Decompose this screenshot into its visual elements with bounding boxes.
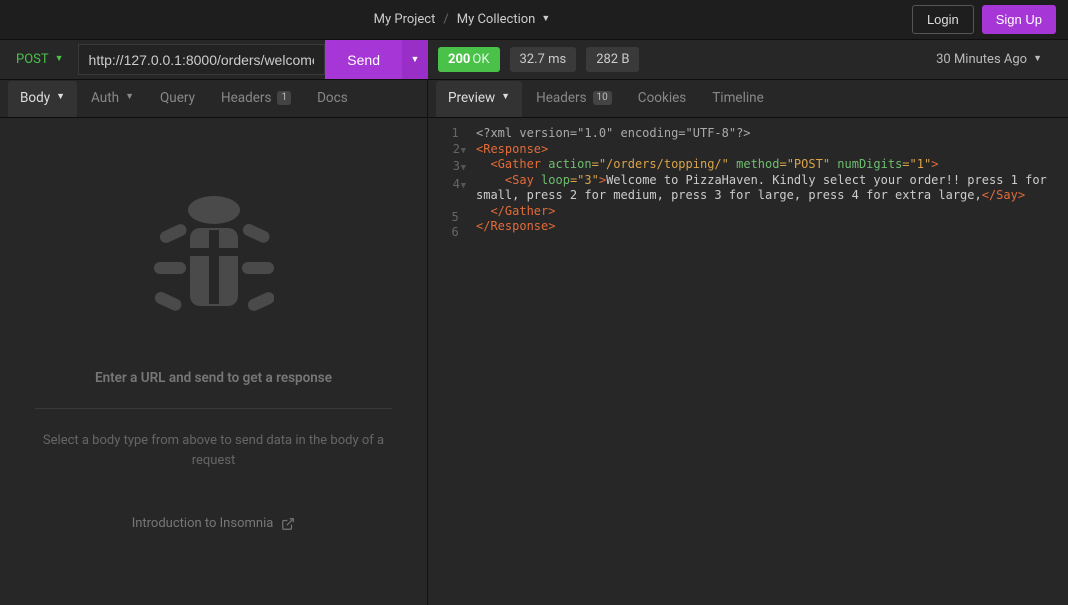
code-token: loop	[534, 173, 570, 187]
intro-link[interactable]: Introduction to Insomnia	[132, 516, 296, 531]
send-options-button[interactable]: ▼	[402, 40, 428, 79]
line-gutter: 1 2▼ 3▼ 4▼ 5 6	[428, 118, 472, 605]
request-bar: POST ▼ Send ▼ 200OK 32.7 ms 282 B 30 Min…	[0, 40, 1068, 80]
headers-count-badge: 10	[593, 91, 612, 105]
main-split: Body ▼ Auth ▼ Query Headers 1 Docs	[0, 80, 1068, 605]
request-pane: Body ▼ Auth ▼ Query Headers 1 Docs	[0, 80, 428, 605]
code-line: </Gather>	[490, 204, 555, 218]
code-token: ="1"	[902, 157, 931, 171]
code-content[interactable]: <?xml version="1.0" encoding="UTF-8"?> <…	[472, 118, 1068, 605]
tab-request-headers[interactable]: Headers 1	[209, 81, 303, 117]
headers-count-badge: 1	[277, 91, 291, 105]
method-label: POST	[16, 52, 49, 67]
method-select[interactable]: POST ▼	[0, 40, 78, 79]
tab-auth[interactable]: Auth ▼	[79, 81, 146, 117]
chevron-down-icon: ▼	[55, 53, 64, 64]
empty-state: Enter a URL and send to get a response S…	[0, 118, 427, 605]
status-badge[interactable]: 200OK	[438, 47, 500, 72]
code-line: <Response>	[476, 142, 548, 156]
code-token: <Gather	[490, 157, 541, 171]
external-link-icon	[281, 517, 295, 531]
code-token: >	[599, 173, 606, 187]
status-text: OK	[472, 52, 489, 67]
tab-body[interactable]: Body ▼	[8, 81, 77, 117]
breadcrumb-collection-label: My Collection	[457, 12, 536, 27]
tab-timeline[interactable]: Timeline	[700, 81, 776, 117]
chevron-down-icon: ▼	[541, 13, 550, 24]
tab-label: Preview	[448, 90, 495, 106]
request-tabs: Body ▼ Auth ▼ Query Headers 1 Docs	[0, 80, 427, 118]
chevron-down-icon: ▼	[125, 91, 134, 102]
tab-label: Auth	[91, 90, 119, 106]
intro-link-label: Introduction to Insomnia	[132, 516, 274, 531]
topbar: My Project / My Collection ▼ Login Sign …	[0, 0, 1068, 40]
code-token: ="3"	[570, 173, 599, 187]
response-body[interactable]: 1 2▼ 3▼ 4▼ 5 6 <?xml version="1.0" encod…	[428, 118, 1068, 605]
chevron-down-icon: ▼	[56, 91, 65, 102]
tab-label: Headers	[221, 90, 271, 106]
code-token: method	[729, 157, 780, 171]
response-meta: 200OK 32.7 ms 282 B 30 Minutes Ago ▼	[428, 40, 1068, 79]
code-token: ="/orders/topping/"	[592, 157, 729, 171]
url-input[interactable]	[78, 44, 326, 75]
code-line: </Response>	[476, 219, 555, 233]
tab-cookies[interactable]: Cookies	[626, 81, 698, 117]
code-token: action	[541, 157, 592, 171]
code-token: </Say>	[982, 188, 1025, 202]
code-token: ="POST"	[779, 157, 830, 171]
chevron-down-icon: ▼	[501, 91, 510, 102]
chevron-down-icon: ▼	[411, 54, 420, 64]
bug-icon	[154, 192, 274, 322]
breadcrumb-project[interactable]: My Project	[374, 12, 436, 27]
signup-button[interactable]: Sign Up	[982, 5, 1056, 34]
chevron-down-icon: ▼	[1033, 53, 1042, 64]
divider	[35, 408, 392, 409]
code-token: >	[931, 157, 938, 171]
breadcrumb-separator: /	[443, 12, 448, 27]
tab-preview[interactable]: Preview ▼	[436, 81, 522, 117]
tab-label: Headers	[536, 90, 586, 106]
response-tabs: Preview ▼ Headers 10 Cookies Timeline	[428, 80, 1068, 118]
tab-docs[interactable]: Docs	[305, 81, 360, 117]
login-button[interactable]: Login	[912, 5, 974, 34]
response-time[interactable]: 32.7 ms	[510, 47, 577, 72]
empty-subtitle: Select a body type from above to send da…	[35, 431, 392, 470]
history-dropdown[interactable]: 30 Minutes Ago ▼	[936, 52, 1058, 67]
tab-response-headers[interactable]: Headers 10	[524, 81, 624, 117]
status-code: 200	[448, 52, 470, 67]
code-token: <Say	[505, 173, 534, 187]
response-size[interactable]: 282 B	[586, 47, 639, 72]
code-line: <?xml version="1.0" encoding="UTF-8"?>	[476, 126, 751, 140]
history-label: 30 Minutes Ago	[936, 52, 1027, 67]
response-pane: Preview ▼ Headers 10 Cookies Timeline 1 …	[428, 80, 1068, 605]
tab-query[interactable]: Query	[148, 81, 207, 117]
breadcrumb: My Project / My Collection ▼	[12, 12, 912, 27]
breadcrumb-collection[interactable]: My Collection ▼	[457, 12, 551, 27]
code-token: numDigits	[830, 157, 902, 171]
send-button[interactable]: Send	[325, 40, 402, 79]
empty-title: Enter a URL and send to get a response	[95, 370, 332, 386]
topbar-actions: Login Sign Up	[912, 5, 1056, 34]
tab-label: Body	[20, 90, 50, 106]
